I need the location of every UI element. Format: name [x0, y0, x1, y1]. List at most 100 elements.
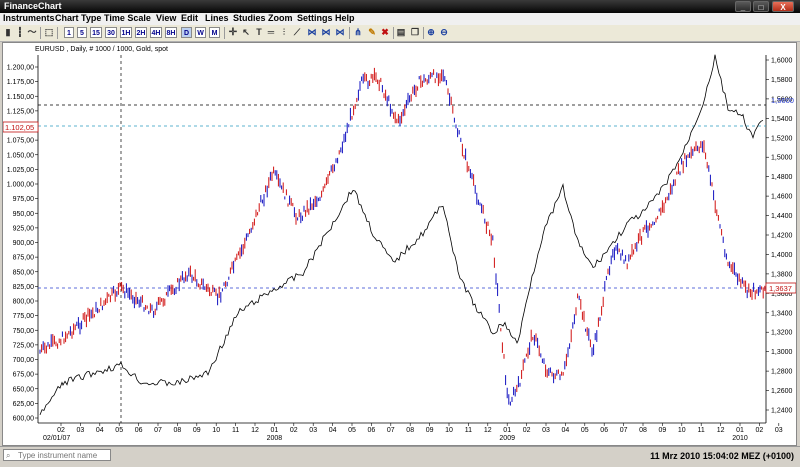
time-axis-label: 08	[174, 427, 182, 434]
timeframe-weekly-button[interactable]: W	[195, 27, 206, 38]
toolbar-separator	[393, 27, 394, 39]
timeframe-15m-button[interactable]: 15	[90, 27, 102, 38]
title-bar: FinanceChart _ □ X	[0, 0, 800, 13]
menu-instruments[interactable]: Instruments	[3, 13, 55, 23]
right-axis-label: 1,6000	[771, 58, 793, 65]
horizontal-line-icon[interactable]: ═	[266, 27, 276, 38]
right-axis-label: 1,2800	[771, 369, 793, 376]
time-axis-label: 12	[251, 427, 259, 434]
datetime-label: 11 Mrz 2010 15:04:02 MEZ (+0100)	[650, 451, 794, 461]
left-axis-label: 775,00	[13, 313, 35, 320]
left-axis-label: 825,00	[13, 284, 35, 291]
time-axis-label: 06	[600, 427, 608, 434]
time-axis-label: 12	[484, 427, 492, 434]
timeframe-4h-button[interactable]: 4H	[150, 27, 162, 38]
toolbar-separator	[423, 27, 424, 39]
left-axis-label: 750,00	[13, 328, 35, 335]
right-axis-label: 1,4000	[771, 252, 793, 259]
window-title: FinanceChart	[4, 1, 62, 11]
time-axis-year-label: 2009	[499, 435, 515, 442]
time-axis-label: 08	[639, 427, 647, 434]
toolbar-separator	[40, 27, 41, 39]
cursor-icon[interactable]: ↖	[241, 27, 251, 38]
maximize-button[interactable]: □	[753, 1, 769, 12]
timeframe-daily-button[interactable]: D	[181, 27, 192, 38]
price-chart[interactable]: EURUSD , Daily, # 1000 / 1000, Gold, spo…	[2, 43, 797, 445]
time-axis-label: 01	[736, 427, 744, 434]
left-price-marker-label: 1.102,05	[5, 123, 34, 132]
line-tool-2-icon[interactable]: ⋈	[321, 27, 331, 38]
time-axis-label: 10	[212, 427, 220, 434]
timeframe-5m-button[interactable]: 5	[77, 27, 87, 38]
time-axis-label: 10	[445, 427, 453, 434]
menu-chart-type[interactable]: Chart Type	[55, 13, 101, 23]
timeframe-monthly-button[interactable]: M	[209, 27, 220, 38]
left-axis-label: 650,00	[13, 386, 35, 393]
line-tool-3-icon[interactable]: ⋈	[335, 27, 345, 38]
time-axis-label: 09	[659, 427, 667, 434]
line-tool-1-icon[interactable]: ⋈	[307, 27, 317, 38]
bar-chart-icon[interactable]: ┇	[15, 27, 25, 38]
zoom-area-icon[interactable]: ⬚	[44, 27, 54, 38]
timeframe-2h-button[interactable]: 2H	[135, 27, 147, 38]
right-axis-label: 1,3200	[771, 330, 793, 337]
candlestick-chart-icon[interactable]: ▮	[3, 27, 13, 38]
search-icon: ⌕	[6, 451, 11, 460]
menu-settings[interactable]: Settings	[297, 13, 333, 23]
right-price-marker-2: 1,3637	[769, 284, 792, 293]
eraser-icon[interactable]: ✎	[367, 27, 377, 38]
status-bar: ⌕ 11 Mrz 2010 15:04:02 MEZ (+0100)	[0, 446, 800, 467]
right-axis-label: 1,5200	[771, 135, 793, 142]
menu-view[interactable]: View	[156, 13, 176, 23]
menu-bar: Instruments Chart Type Time Scale View E…	[0, 13, 800, 25]
right-axis-label: 1,3400	[771, 310, 793, 317]
time-axis-label: 09	[193, 427, 201, 434]
copy-icon[interactable]: ❐	[410, 27, 420, 38]
menu-edit[interactable]: Edit	[181, 13, 198, 23]
delete-icon[interactable]: ✖	[380, 27, 390, 38]
chart-area[interactable]: EURUSD , Daily, # 1000 / 1000, Gold, spo…	[2, 42, 797, 446]
text-tool-icon[interactable]: T	[254, 27, 264, 38]
timeframe-1h-button[interactable]: 1H	[120, 27, 132, 38]
trend-channel-icon[interactable]: ⟋	[292, 27, 302, 38]
time-axis-year-label: 2010	[732, 435, 748, 442]
left-axis-label: 625,00	[13, 401, 35, 408]
timeframe-1m-button[interactable]: 1	[64, 27, 74, 38]
menu-zoom[interactable]: Zoom	[268, 13, 293, 23]
print-icon[interactable]: ▤	[396, 27, 406, 38]
left-axis-label: 675,00	[13, 372, 35, 379]
time-axis-start-date: 02/01/07	[43, 435, 70, 442]
left-axis-label: 925,00	[13, 225, 35, 232]
zoom-in-icon[interactable]: ⊕	[426, 27, 436, 38]
time-axis-label: 04	[96, 427, 104, 434]
crosshair-icon[interactable]: ✛	[228, 27, 238, 38]
fibonacci-icon[interactable]: ⫶	[279, 27, 289, 38]
menu-lines[interactable]: Lines	[205, 13, 229, 23]
time-axis-label: 05	[348, 427, 356, 434]
magnet-icon[interactable]: ⋔	[353, 27, 363, 38]
zoom-out-icon[interactable]: ⊖	[439, 27, 449, 38]
minimize-button[interactable]: _	[735, 1, 751, 12]
time-axis-label: 02	[290, 427, 298, 434]
left-axis-label: 600,00	[13, 416, 35, 423]
left-axis-label: 800,00	[13, 299, 35, 306]
left-axis-label: 975,00	[13, 196, 35, 203]
time-axis-label: 03	[542, 427, 550, 434]
time-axis-label: 02	[756, 427, 764, 434]
time-axis-label: 03	[309, 427, 317, 434]
time-axis-label: 12	[717, 427, 725, 434]
time-axis-label: 03	[775, 427, 783, 434]
menu-help[interactable]: Help	[335, 13, 355, 23]
time-axis-label: 04	[329, 427, 337, 434]
menu-time-scale[interactable]: Time Scale	[104, 13, 151, 23]
menu-studies[interactable]: Studies	[233, 13, 266, 23]
right-axis-label: 1,5000	[771, 155, 793, 162]
close-button[interactable]: X	[772, 1, 794, 12]
right-axis-label: 1,4800	[771, 174, 793, 181]
timeframe-8h-button[interactable]: 8H	[165, 27, 177, 38]
timeframe-30m-button[interactable]: 30	[105, 27, 117, 38]
chart-background	[3, 43, 796, 445]
toolbar-separator	[57, 27, 58, 39]
line-chart-icon[interactable]: 〜	[27, 27, 37, 38]
instrument-search-input[interactable]	[3, 449, 111, 461]
